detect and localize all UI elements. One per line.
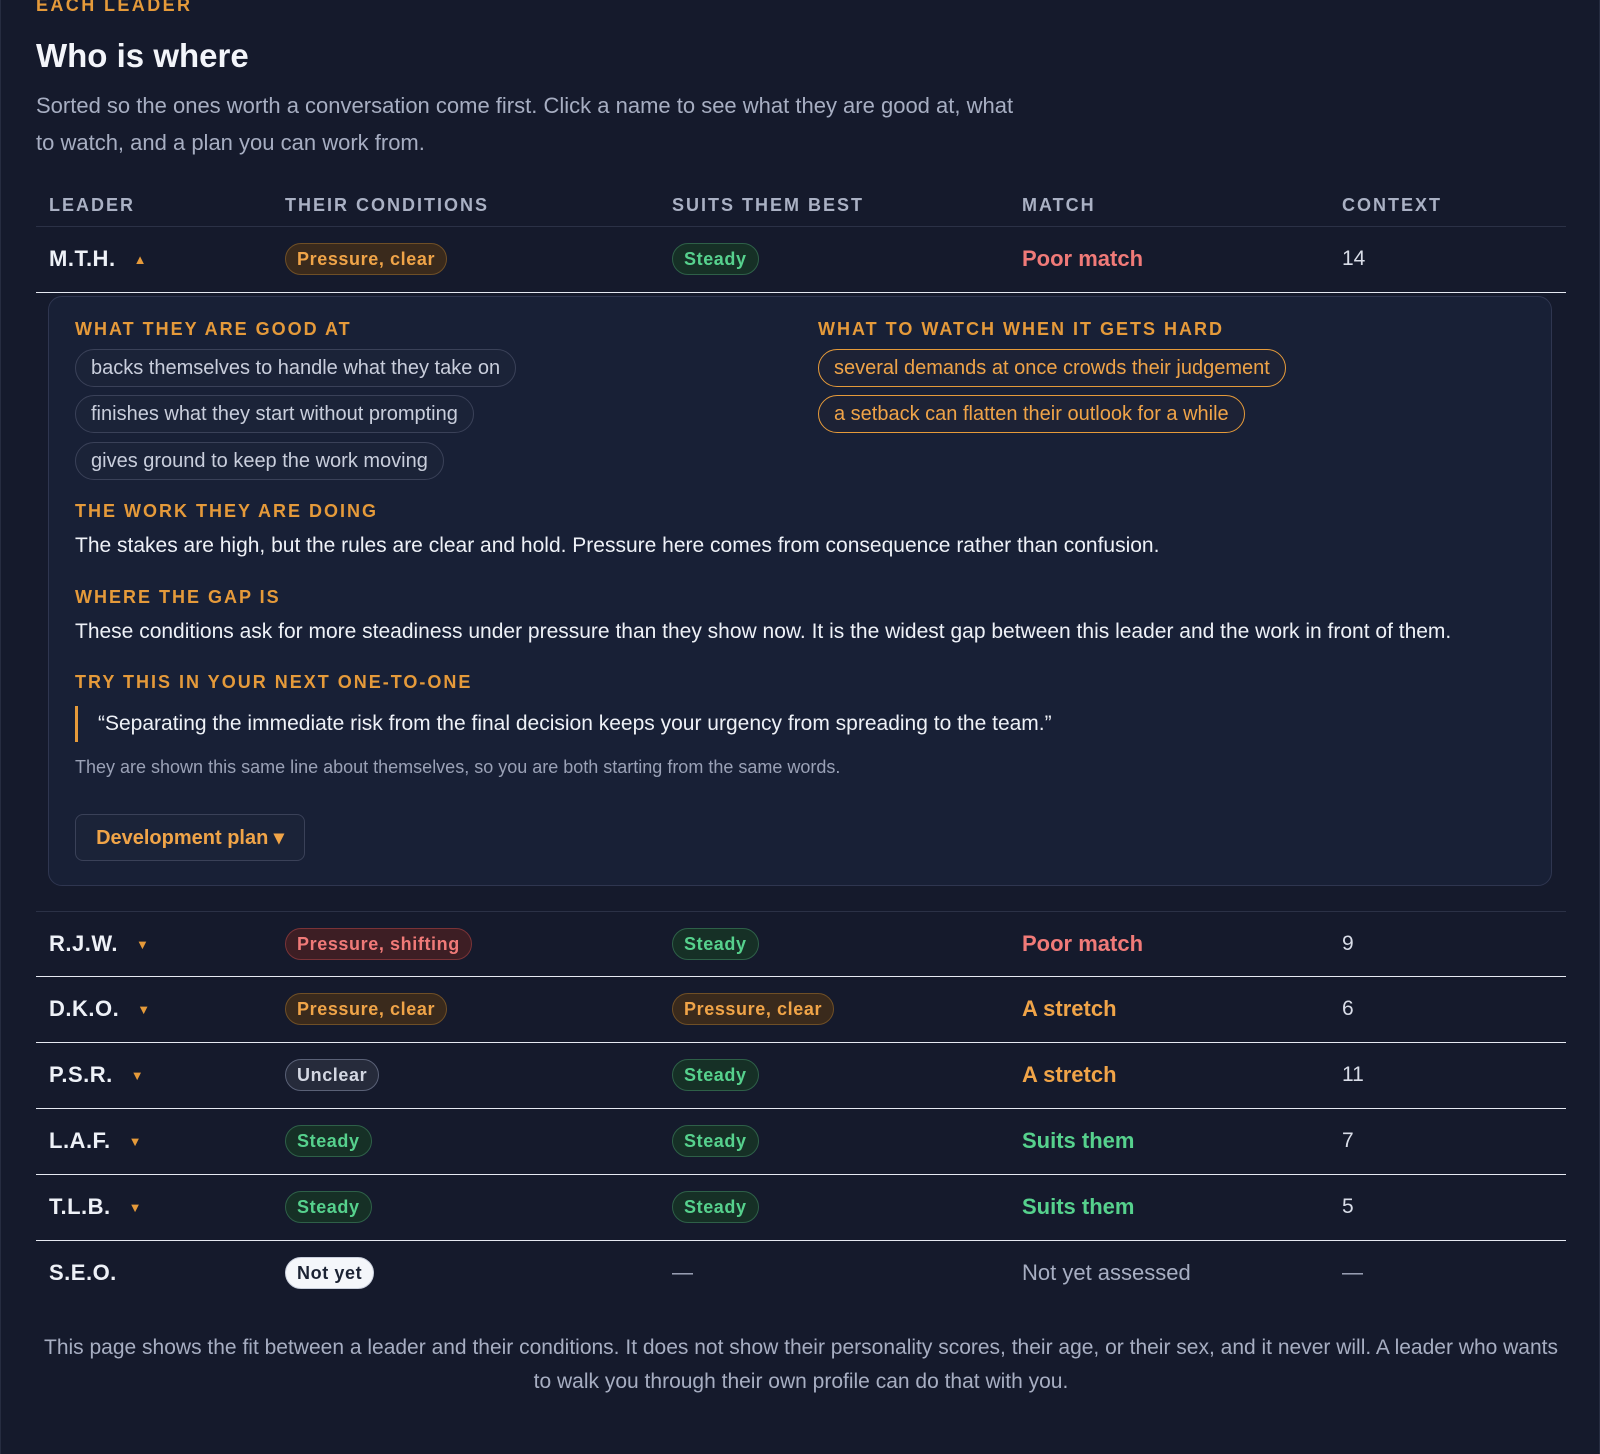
table-row-tlb[interactable]: T.L.B. ▼ Steady Steady Suits them 5 <box>36 1175 1566 1241</box>
context-count: 6 <box>1342 997 1354 1020</box>
header-match: MATCH <box>1022 195 1096 215</box>
watch-chip: several demands at once crowds their jud… <box>818 349 1286 387</box>
leader-name-toggle[interactable]: D.K.O. ▼ <box>49 977 150 1041</box>
conditions-badge: Steady <box>285 1191 372 1223</box>
quote-note: They are shown this same line about them… <box>75 757 841 777</box>
context-count: 9 <box>1342 932 1354 955</box>
match-status: A stretch <box>1022 996 1117 1021</box>
development-plan-button[interactable]: Development plan ▾ <box>75 814 305 861</box>
table-row-psr[interactable]: P.S.R. ▼ Unclear Steady A stretch 11 <box>36 1043 1566 1109</box>
page-title: Who is where <box>36 37 249 74</box>
caret-down-icon[interactable]: ▼ <box>129 1200 142 1215</box>
suits-badge: Steady <box>672 1125 759 1157</box>
context-count: 7 <box>1342 1129 1354 1152</box>
leader-name[interactable]: P.S.R. <box>49 1062 113 1088</box>
leader-name: S.E.O. <box>49 1260 117 1285</box>
match-status: Poor match <box>1022 931 1144 956</box>
watch-chip: a setback can flatten their outlook for … <box>818 395 1245 433</box>
suits-badge: Steady <box>672 1191 759 1223</box>
context-count: 5 <box>1342 1195 1354 1218</box>
strength-chip: backs themselves to handle what they tak… <box>75 349 517 387</box>
leader-name[interactable]: D.K.O. <box>49 996 119 1022</box>
page: EACH LEADER Who is where Sorted so the o… <box>0 0 1600 1454</box>
work-text: The stakes are high, but the rules are c… <box>75 534 1160 557</box>
try-label: TRY THIS IN YOUR NEXT ONE-TO-ONE <box>75 672 473 692</box>
suits-empty: — <box>672 1261 693 1284</box>
leader-name-toggle[interactable]: R.J.W. ▼ <box>49 912 149 976</box>
conditions-badge: Pressure, clear <box>285 243 448 275</box>
leader-name[interactable]: M.T.H. <box>49 246 116 272</box>
table-row-mth[interactable]: M.T.H. ▲ Pressure, clear Steady Poor mat… <box>36 227 1566 293</box>
conditions-badge: Not yet <box>285 1257 375 1289</box>
match-status: Suits them <box>1022 1128 1135 1153</box>
match-status: Not yet assessed <box>1022 1260 1191 1285</box>
strength-chip: gives ground to keep the work moving <box>75 442 444 480</box>
table-header: LEADER THEIR CONDITIONS SUITS THEM BEST … <box>36 190 1566 227</box>
suits-badge: Pressure, clear <box>672 993 835 1025</box>
header-conditions: THEIR CONDITIONS <box>285 195 490 215</box>
match-status: Suits them <box>1022 1194 1135 1219</box>
gap-text: These conditions ask for more steadiness… <box>75 620 1452 643</box>
conditions-badge: Steady <box>285 1125 372 1157</box>
leader-name[interactable]: T.L.B. <box>49 1194 111 1220</box>
context-count: 14 <box>1342 247 1366 270</box>
leader-name[interactable]: L.A.F. <box>49 1128 111 1154</box>
privacy-footer: This page shows the fit between a leader… <box>44 1336 1558 1393</box>
conditions-badge: Pressure, shifting <box>285 928 472 960</box>
match-status: Poor match <box>1022 246 1144 271</box>
leader-name-toggle[interactable]: L.A.F. ▼ <box>49 1109 142 1173</box>
good-at-label: WHAT THEY ARE GOOD AT <box>75 319 352 339</box>
match-status: A stretch <box>1022 1062 1117 1087</box>
caret-down-icon[interactable]: ▼ <box>131 1068 144 1083</box>
leader-name-toggle[interactable]: M.T.H. ▲ <box>49 227 146 291</box>
caret-up-icon[interactable]: ▲ <box>134 252 147 267</box>
section-eyebrow: EACH LEADER <box>36 0 193 15</box>
context-empty: — <box>1342 1261 1363 1284</box>
conditions-badge: Pressure, clear <box>285 993 448 1025</box>
header-suits: SUITS THEM BEST <box>672 195 865 215</box>
work-label: THE WORK THEY ARE DOING <box>75 501 379 521</box>
caret-down-icon[interactable]: ▼ <box>137 1002 150 1017</box>
gap-label: WHERE THE GAP IS <box>75 587 281 607</box>
leader-name-toggle[interactable]: P.S.R. ▼ <box>49 1043 144 1107</box>
header-leader: LEADER <box>49 195 136 215</box>
caret-down-icon[interactable]: ▼ <box>136 937 149 952</box>
leader-name[interactable]: R.J.W. <box>49 931 118 957</box>
header-context: CONTEXT <box>1342 195 1443 215</box>
table-row-dko[interactable]: D.K.O. ▼ Pressure, clear Pressure, clear… <box>36 977 1566 1043</box>
strength-chip: finishes what they start without prompti… <box>75 395 474 433</box>
leader-detail-panel: WHAT THEY ARE GOOD AT backs themselves t… <box>48 296 1552 886</box>
suits-badge: Steady <box>672 243 759 275</box>
suggested-quote: “Separating the immediate risk from the … <box>75 706 1052 742</box>
suits-badge: Steady <box>672 1059 759 1091</box>
section-description: Sorted so the ones worth a conversation … <box>36 93 1014 155</box>
caret-down-icon[interactable]: ▼ <box>129 1134 142 1149</box>
leader-name-toggle[interactable]: T.L.B. ▼ <box>49 1175 142 1239</box>
context-count: 11 <box>1342 1063 1364 1086</box>
watch-label: WHAT TO WATCH WHEN IT GETS HARD <box>818 319 1224 339</box>
table-row-seo: S.E.O. Not yet — Not yet assessed — <box>36 1241 1566 1307</box>
suits-badge: Steady <box>672 928 759 960</box>
table-row-rjw[interactable]: R.J.W. ▼ Pressure, shifting Steady Poor … <box>36 911 1566 977</box>
conditions-badge: Unclear <box>285 1059 380 1091</box>
table-row-laf[interactable]: L.A.F. ▼ Steady Steady Suits them 7 <box>36 1109 1566 1175</box>
